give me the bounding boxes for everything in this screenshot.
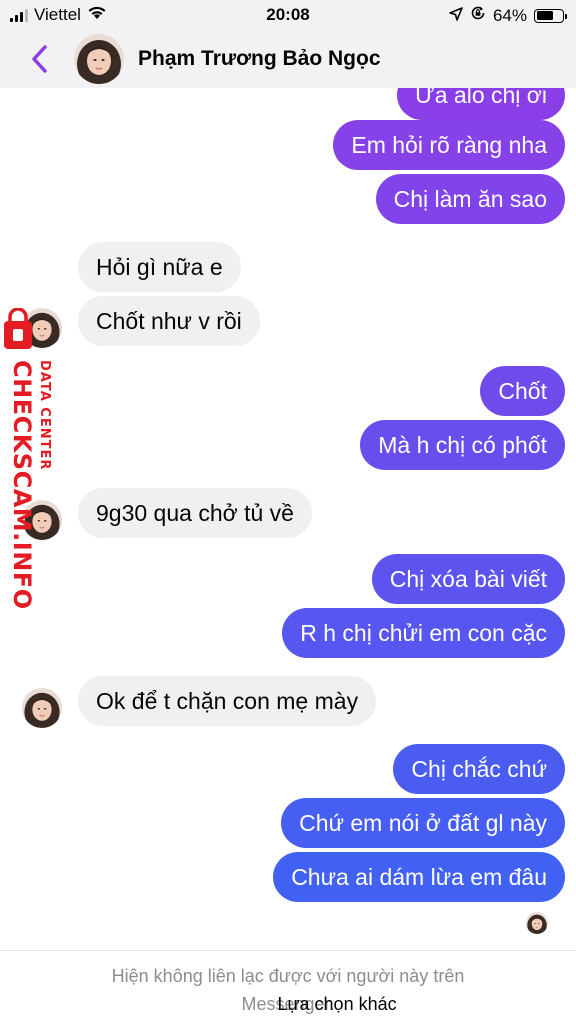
chevron-left-icon (32, 45, 47, 73)
incoming-message[interactable]: Ok để t chặn con mẹ mày (78, 676, 377, 726)
battery-percent: 64% (492, 5, 527, 25)
battery-icon (534, 8, 567, 23)
outgoing-message[interactable]: Mà h chị có phốt (360, 420, 565, 470)
unavailable-text: Hiện không liên lạc được với người này t… (111, 966, 465, 1014)
watermark: CHECKSCAM.INFO DATA CENTER (4, 308, 58, 610)
other-options-link[interactable]: Lựa chọn khác (277, 994, 396, 1014)
back-button[interactable] (16, 30, 64, 88)
seen-receipt-avatar (526, 912, 548, 934)
incoming-message[interactable]: Chốt như v rồi (78, 296, 260, 346)
outgoing-message[interactable]: Ừa alo chị ơi (397, 88, 565, 120)
outgoing-message[interactable]: Chốt (480, 366, 565, 416)
message-thread[interactable]: Ừa alo chị ơi Em hỏi rõ ràng nha Chị làm ă… (0, 88, 576, 950)
outgoing-message[interactable]: Chị làm ăn sao (375, 174, 565, 224)
outgoing-message[interactable]: R h chị chửi em con cặc (282, 608, 565, 658)
outgoing-message[interactable]: Chị xóa bài viết (371, 554, 565, 604)
outgoing-message[interactable]: Chứ em nói ở đất gl này (281, 798, 565, 848)
contact-avatar[interactable] (74, 34, 124, 84)
outgoing-message[interactable]: Chưa ai dám lừa em đâu (273, 852, 565, 902)
incoming-message[interactable]: Hỏi gì nữa e (78, 242, 241, 292)
outgoing-message[interactable]: Em hỏi rõ ràng nha (333, 120, 565, 170)
incoming-message[interactable]: 9g30 qua chở tủ về (78, 488, 312, 538)
unavailable-notice: Hiện không liên lạc được với người này t… (0, 950, 576, 1024)
orientation-lock-icon (470, 5, 486, 26)
conversation-header: Phạm Trương Bảo Ngọc (0, 30, 576, 88)
lock-icon (4, 308, 32, 349)
location-icon (449, 6, 463, 26)
watermark-subtext: DATA CENTER (37, 360, 52, 471)
outgoing-message[interactable]: Chị chắc chứ (393, 744, 565, 794)
status-right: 64% (449, 5, 567, 26)
watermark-text: CHECKSCAM.INFO (8, 360, 36, 610)
sender-avatar[interactable] (22, 688, 62, 728)
contact-name[interactable]: Phạm Trương Bảo Ngọc (138, 47, 381, 71)
status-bar: Viettel 20:08 64% (0, 0, 576, 30)
